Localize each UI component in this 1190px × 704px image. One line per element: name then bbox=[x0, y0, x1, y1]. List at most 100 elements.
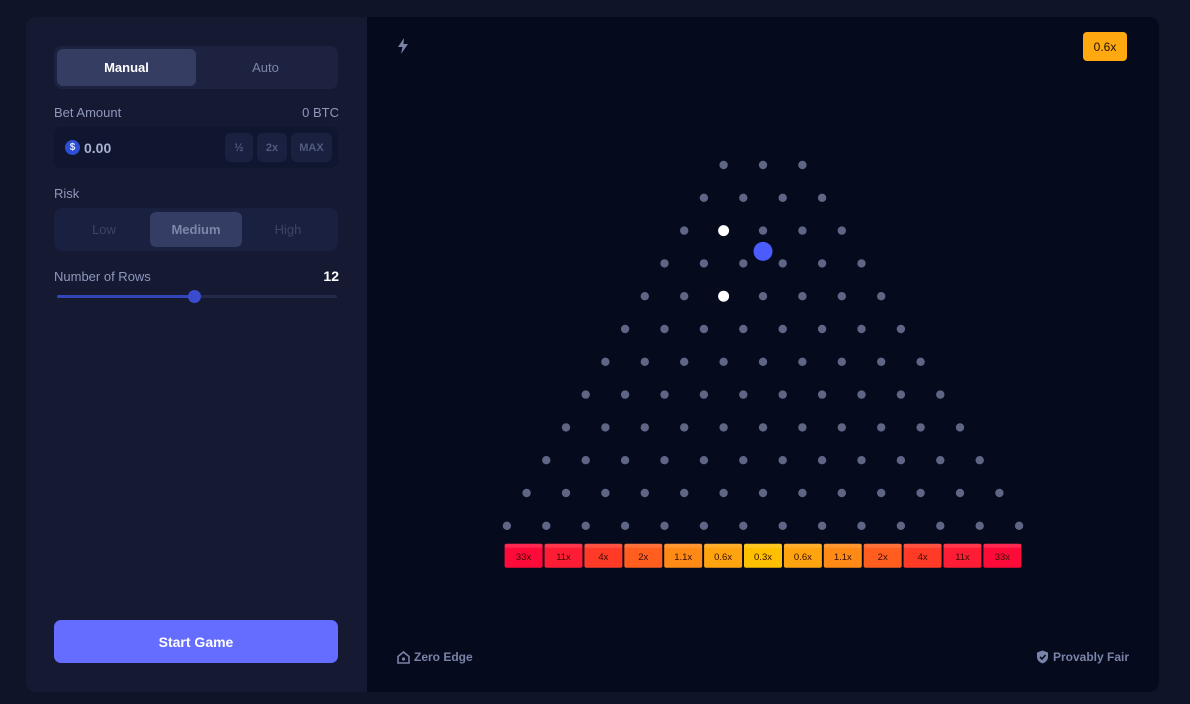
peg bbox=[837, 226, 846, 235]
peg bbox=[817, 456, 827, 465]
multiplier-label: 2x bbox=[878, 552, 888, 563]
risk-label: Risk bbox=[54, 186, 80, 201]
half-bet-button[interactable]: ½ bbox=[225, 133, 253, 162]
peg bbox=[837, 488, 846, 498]
bet-amount-row: Bet Amount 0 BTC bbox=[54, 105, 339, 120]
peg bbox=[1014, 521, 1024, 530]
multiplier-label: 11x bbox=[556, 552, 571, 563]
bucket-highlight bbox=[664, 543, 703, 548]
tab-manual[interactable]: Manual bbox=[57, 49, 196, 86]
bet-amount-input[interactable]: 0.00 bbox=[84, 140, 221, 156]
zero-edge-label: Zero Edge bbox=[414, 650, 473, 664]
peg bbox=[601, 488, 610, 498]
bucket-highlight bbox=[983, 543, 1022, 548]
peg bbox=[778, 390, 787, 399]
peg bbox=[620, 456, 630, 465]
start-game-button[interactable]: Start Game bbox=[54, 620, 338, 663]
peg bbox=[955, 488, 965, 498]
peg bbox=[857, 259, 866, 268]
peg bbox=[798, 357, 807, 366]
peg bbox=[798, 292, 807, 301]
multiplier-label: 33x bbox=[995, 552, 1011, 563]
bucket-highlight bbox=[863, 543, 902, 548]
peg bbox=[877, 357, 886, 366]
peg bbox=[936, 456, 945, 465]
peg bbox=[896, 390, 906, 399]
bet-balance: 0 BTC bbox=[302, 105, 339, 120]
peg bbox=[995, 488, 1004, 498]
peg bbox=[817, 390, 827, 399]
peg bbox=[680, 357, 689, 366]
peg bbox=[837, 423, 846, 432]
provably-fair-badge[interactable]: Provably Fair bbox=[1036, 650, 1129, 664]
double-bet-button[interactable]: 2x bbox=[257, 133, 287, 162]
multiplier-label: 1.1x bbox=[674, 552, 692, 563]
control-sidebar: Manual Auto Bet Amount 0 BTC $ 0.00 ½ 2x… bbox=[26, 17, 367, 692]
plinko-board: 33x 11x 4x 2x 1.1x 0.6x 0.3x 0.6x 1.1x 2x 4x 11x 33x bbox=[502, 160, 1024, 568]
peg bbox=[857, 456, 866, 465]
peg bbox=[699, 193, 709, 202]
peg bbox=[699, 456, 709, 465]
peg bbox=[896, 456, 906, 465]
risk-selector: Low Medium High bbox=[54, 208, 338, 251]
peg bbox=[660, 521, 669, 530]
provably-fair-label: Provably Fair bbox=[1053, 650, 1130, 664]
peg bbox=[739, 259, 748, 268]
peg bbox=[699, 259, 709, 268]
multiplier-label: 11x bbox=[955, 552, 970, 563]
risk-row: Risk bbox=[54, 186, 339, 201]
shield-check-icon bbox=[1037, 650, 1048, 664]
rows-row: Number of Rows 12 bbox=[54, 268, 339, 284]
peg bbox=[581, 521, 590, 530]
peg bbox=[975, 521, 984, 530]
rows-slider[interactable] bbox=[57, 290, 337, 304]
peg bbox=[640, 488, 649, 498]
peg bbox=[640, 357, 649, 366]
peg bbox=[877, 488, 886, 498]
dollar-coin-icon: $ bbox=[65, 140, 80, 155]
peg bbox=[778, 456, 787, 465]
peg bbox=[778, 521, 787, 530]
bucket-highlight bbox=[943, 543, 982, 548]
risk-medium-option[interactable]: Medium bbox=[150, 212, 242, 247]
peg bbox=[857, 521, 866, 530]
peg bbox=[680, 226, 689, 235]
slider-thumb[interactable] bbox=[188, 290, 202, 303]
zero-edge-badge[interactable]: Zero Edge bbox=[397, 650, 473, 664]
peg bbox=[778, 193, 787, 202]
bucket-highlight bbox=[903, 543, 942, 548]
peg bbox=[857, 324, 866, 334]
peg bbox=[680, 423, 689, 432]
bucket-highlight bbox=[704, 543, 743, 548]
peg bbox=[837, 357, 846, 366]
multiplier-label: 0.6x bbox=[794, 552, 812, 563]
rows-value: 12 bbox=[323, 268, 339, 284]
peg bbox=[660, 456, 669, 465]
peg bbox=[758, 226, 768, 235]
multiplier-label: 4x bbox=[598, 552, 608, 563]
risk-high-option[interactable]: High bbox=[242, 212, 334, 247]
peg bbox=[522, 488, 531, 498]
bucket-highlight bbox=[744, 543, 782, 548]
peg bbox=[542, 521, 551, 530]
plinko-ball bbox=[753, 241, 773, 261]
mode-tabs: Manual Auto bbox=[54, 46, 338, 89]
peg bbox=[660, 390, 669, 399]
tab-auto[interactable]: Auto bbox=[196, 49, 335, 86]
peg bbox=[817, 259, 827, 268]
peg bbox=[877, 423, 886, 432]
peg bbox=[936, 390, 945, 399]
peg bbox=[502, 521, 512, 530]
max-bet-button[interactable]: MAX bbox=[291, 133, 332, 162]
bet-amount-field[interactable]: $ 0.00 ½ 2x MAX bbox=[54, 127, 338, 168]
peg bbox=[739, 324, 748, 334]
peg bbox=[798, 423, 807, 432]
bucket-highlight bbox=[624, 543, 663, 548]
peg bbox=[601, 357, 610, 366]
peg bbox=[719, 423, 728, 432]
risk-low-option[interactable]: Low bbox=[58, 212, 150, 247]
peg bbox=[896, 324, 906, 334]
peg bbox=[758, 423, 768, 432]
peg bbox=[561, 423, 571, 432]
slider-fill bbox=[57, 295, 195, 298]
